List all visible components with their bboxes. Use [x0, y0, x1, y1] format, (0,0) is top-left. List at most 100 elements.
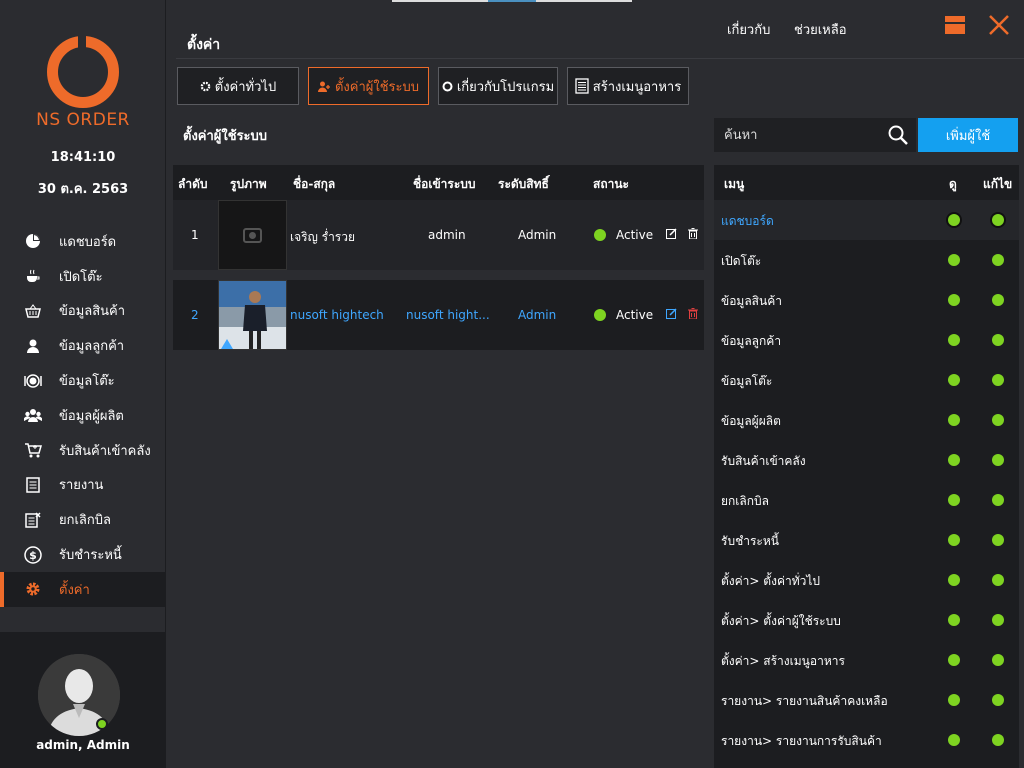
- sidebar-item-dashboard[interactable]: แดชบอร์ด: [0, 224, 166, 259]
- permission-row[interactable]: รายงาน> รายงานการรับสินค้า: [714, 720, 1019, 760]
- column-header: ลำดับ: [178, 177, 208, 191]
- tab-label: สร้างเมนูอาหาร: [592, 79, 682, 95]
- tab-general-settings[interactable]: ตั้งค่าทั่วไป: [177, 67, 299, 105]
- edit-permission-toggle[interactable]: [992, 454, 1004, 466]
- column-header: สถานะ: [593, 177, 629, 191]
- sidebar-item-cancel-bill[interactable]: ยกเลิกบิล: [0, 502, 166, 537]
- edit-icon[interactable]: [666, 228, 677, 242]
- sidebar-item-tables[interactable]: ข้อมูลโต๊ะ: [0, 363, 166, 398]
- brand-name: NS ORDER: [36, 110, 130, 130]
- permission-menu-label: รับชำระหนี้: [721, 534, 779, 548]
- dollar-icon: $: [24, 545, 42, 564]
- sidebar-item-open-table[interactable]: เปิดโต๊ะ: [0, 259, 166, 294]
- view-permission-toggle[interactable]: [948, 414, 960, 426]
- about-link[interactable]: เกี่ยวกับ: [727, 19, 770, 40]
- view-permission-toggle[interactable]: [948, 574, 960, 586]
- permission-menu-label: ข้อมูลโต๊ะ: [721, 374, 773, 388]
- sidebar-item-customers[interactable]: ข้อมูลลูกค้า: [0, 328, 166, 363]
- edit-permission-toggle[interactable]: [992, 614, 1004, 626]
- view-permission-toggle[interactable]: [948, 374, 960, 386]
- view-permission-toggle[interactable]: [948, 494, 960, 506]
- minimize-icon[interactable]: [944, 14, 968, 38]
- basket-icon: [24, 302, 42, 320]
- permission-row[interactable]: ข้อมูลสินค้า: [714, 280, 1019, 320]
- column-header: ชื่อเข้าระบบ: [413, 177, 476, 191]
- permission-row[interactable]: ข้อมูลลูกค้า: [714, 320, 1019, 360]
- permission-row[interactable]: รายงาน> รายงานสินค้าคงเหลือ: [714, 680, 1019, 720]
- sidebar-item-reports[interactable]: รายงาน: [0, 468, 166, 503]
- pie-chart-icon: [24, 232, 42, 250]
- view-permission-toggle[interactable]: [948, 454, 960, 466]
- sidebar-item-label: รับสินค้าเข้าคลัง: [59, 443, 151, 459]
- sidebar-item-label: ข้อมูลลูกค้า: [59, 339, 125, 355]
- permission-row[interactable]: ยกเลิกบิล: [714, 480, 1019, 520]
- permission-row[interactable]: ตั้งค่า> ตั้งค่าทั่วไป: [714, 560, 1019, 600]
- dish-icon: [24, 372, 42, 390]
- tab-create-menu[interactable]: สร้างเมนูอาหาร: [567, 67, 689, 105]
- column-header: แก้ไข: [983, 177, 1013, 191]
- sidebar-item-receive-stock[interactable]: รับสินค้าเข้าคลัง: [0, 433, 166, 468]
- sidebar-item-suppliers[interactable]: ข้อมูลผู้ผลิต: [0, 398, 166, 433]
- permission-row[interactable]: ตั้งค่า> ตั้งค่าผู้ใช้ระบบ: [714, 600, 1019, 640]
- table-row[interactable]: 1 เจริญ ร่ำรวย admin Admin Active: [173, 200, 704, 270]
- clock: 18:41:10: [50, 150, 116, 165]
- top-strip: [392, 0, 632, 2]
- gear-icon: [200, 81, 211, 91]
- edit-permission-toggle[interactable]: [992, 254, 1004, 266]
- view-permission-toggle[interactable]: [948, 734, 960, 746]
- settings-tabs: ตั้งค่าทั่วไป ตั้งค่าผู้ใช้ระบบ เกี่ยวกั…: [177, 67, 689, 105]
- edit-permission-toggle[interactable]: [992, 374, 1004, 386]
- edit-permission-toggle[interactable]: [992, 334, 1004, 346]
- trash-icon[interactable]: [688, 228, 698, 242]
- edit-permission-toggle[interactable]: [992, 214, 1004, 226]
- sidebar-nav: แดชบอร์ด เปิดโต๊ะ ข้อมูลสินค้า ข้อมูลลูก…: [0, 224, 166, 607]
- help-link[interactable]: ช่วยเหลือ: [794, 19, 847, 40]
- cell-username: admin: [428, 228, 466, 242]
- table-row[interactable]: 2 nusoft hightech nusoft hight... Admin …: [173, 280, 704, 350]
- permission-row[interactable]: ตั้งค่า> สร้างเมนูอาหาร: [714, 640, 1019, 680]
- permission-menu-label: รายงาน> รายงานสินค้าคงเหลือ: [721, 694, 888, 708]
- sidebar-item-debt-payment[interactable]: $ รับชำระหนี้: [0, 537, 166, 572]
- group-icon: [24, 406, 42, 424]
- edit-permission-toggle[interactable]: [992, 414, 1004, 426]
- edit-permission-toggle[interactable]: [992, 574, 1004, 586]
- view-permission-toggle[interactable]: [948, 654, 960, 666]
- permission-menu-label: ยกเลิกบิล: [721, 494, 769, 508]
- column-header: ระดับสิทธิ์: [498, 177, 549, 191]
- view-permission-toggle[interactable]: [948, 534, 960, 546]
- search-icon[interactable]: [887, 124, 909, 150]
- edit-permission-toggle[interactable]: [992, 654, 1004, 666]
- sidebar-item-settings[interactable]: ตั้งค่า: [0, 571, 166, 607]
- permission-row[interactable]: เปิดโต๊ะ: [714, 240, 1019, 280]
- view-permission-toggle[interactable]: [948, 334, 960, 346]
- view-permission-toggle[interactable]: [948, 614, 960, 626]
- add-user-button[interactable]: เพิ่มผู้ใช้: [918, 118, 1018, 152]
- cell-role: Admin: [518, 228, 557, 242]
- view-permission-toggle[interactable]: [948, 214, 960, 226]
- view-permission-toggle[interactable]: [948, 254, 960, 266]
- sidebar-item-label: แดชบอร์ด: [59, 234, 117, 250]
- edit-permission-toggle[interactable]: [992, 734, 1004, 746]
- tab-about-program[interactable]: เกี่ยวกับโปรแกรม: [438, 67, 558, 105]
- permission-menu-label: ข้อมูลสินค้า: [721, 294, 782, 308]
- permission-row[interactable]: ข้อมูลผู้ผลิต: [714, 400, 1019, 440]
- user-photo: [218, 200, 287, 270]
- permission-row[interactable]: รับชำระหนี้: [714, 520, 1019, 560]
- view-permission-toggle[interactable]: [948, 694, 960, 706]
- tab-user-settings[interactable]: ตั้งค่าผู้ใช้ระบบ: [308, 67, 429, 105]
- sidebar-item-products[interactable]: ข้อมูลสินค้า: [0, 294, 166, 329]
- edit-permission-toggle[interactable]: [992, 294, 1004, 306]
- edit-permission-toggle[interactable]: [992, 694, 1004, 706]
- edit-permission-toggle[interactable]: [992, 494, 1004, 506]
- search-input[interactable]: [724, 124, 874, 146]
- permission-row[interactable]: ข้อมูลโต๊ะ: [714, 360, 1019, 400]
- view-permission-toggle[interactable]: [948, 294, 960, 306]
- edit-permission-toggle[interactable]: [992, 534, 1004, 546]
- edit-icon[interactable]: [666, 308, 677, 322]
- person-icon: [24, 337, 42, 355]
- close-icon[interactable]: [988, 14, 1012, 38]
- permission-row[interactable]: แดชบอร์ด: [714, 200, 1019, 240]
- trash-icon[interactable]: [688, 308, 698, 322]
- permission-row[interactable]: รับสินค้าเข้าคลัง: [714, 440, 1019, 480]
- cell-index: 2: [191, 308, 199, 322]
